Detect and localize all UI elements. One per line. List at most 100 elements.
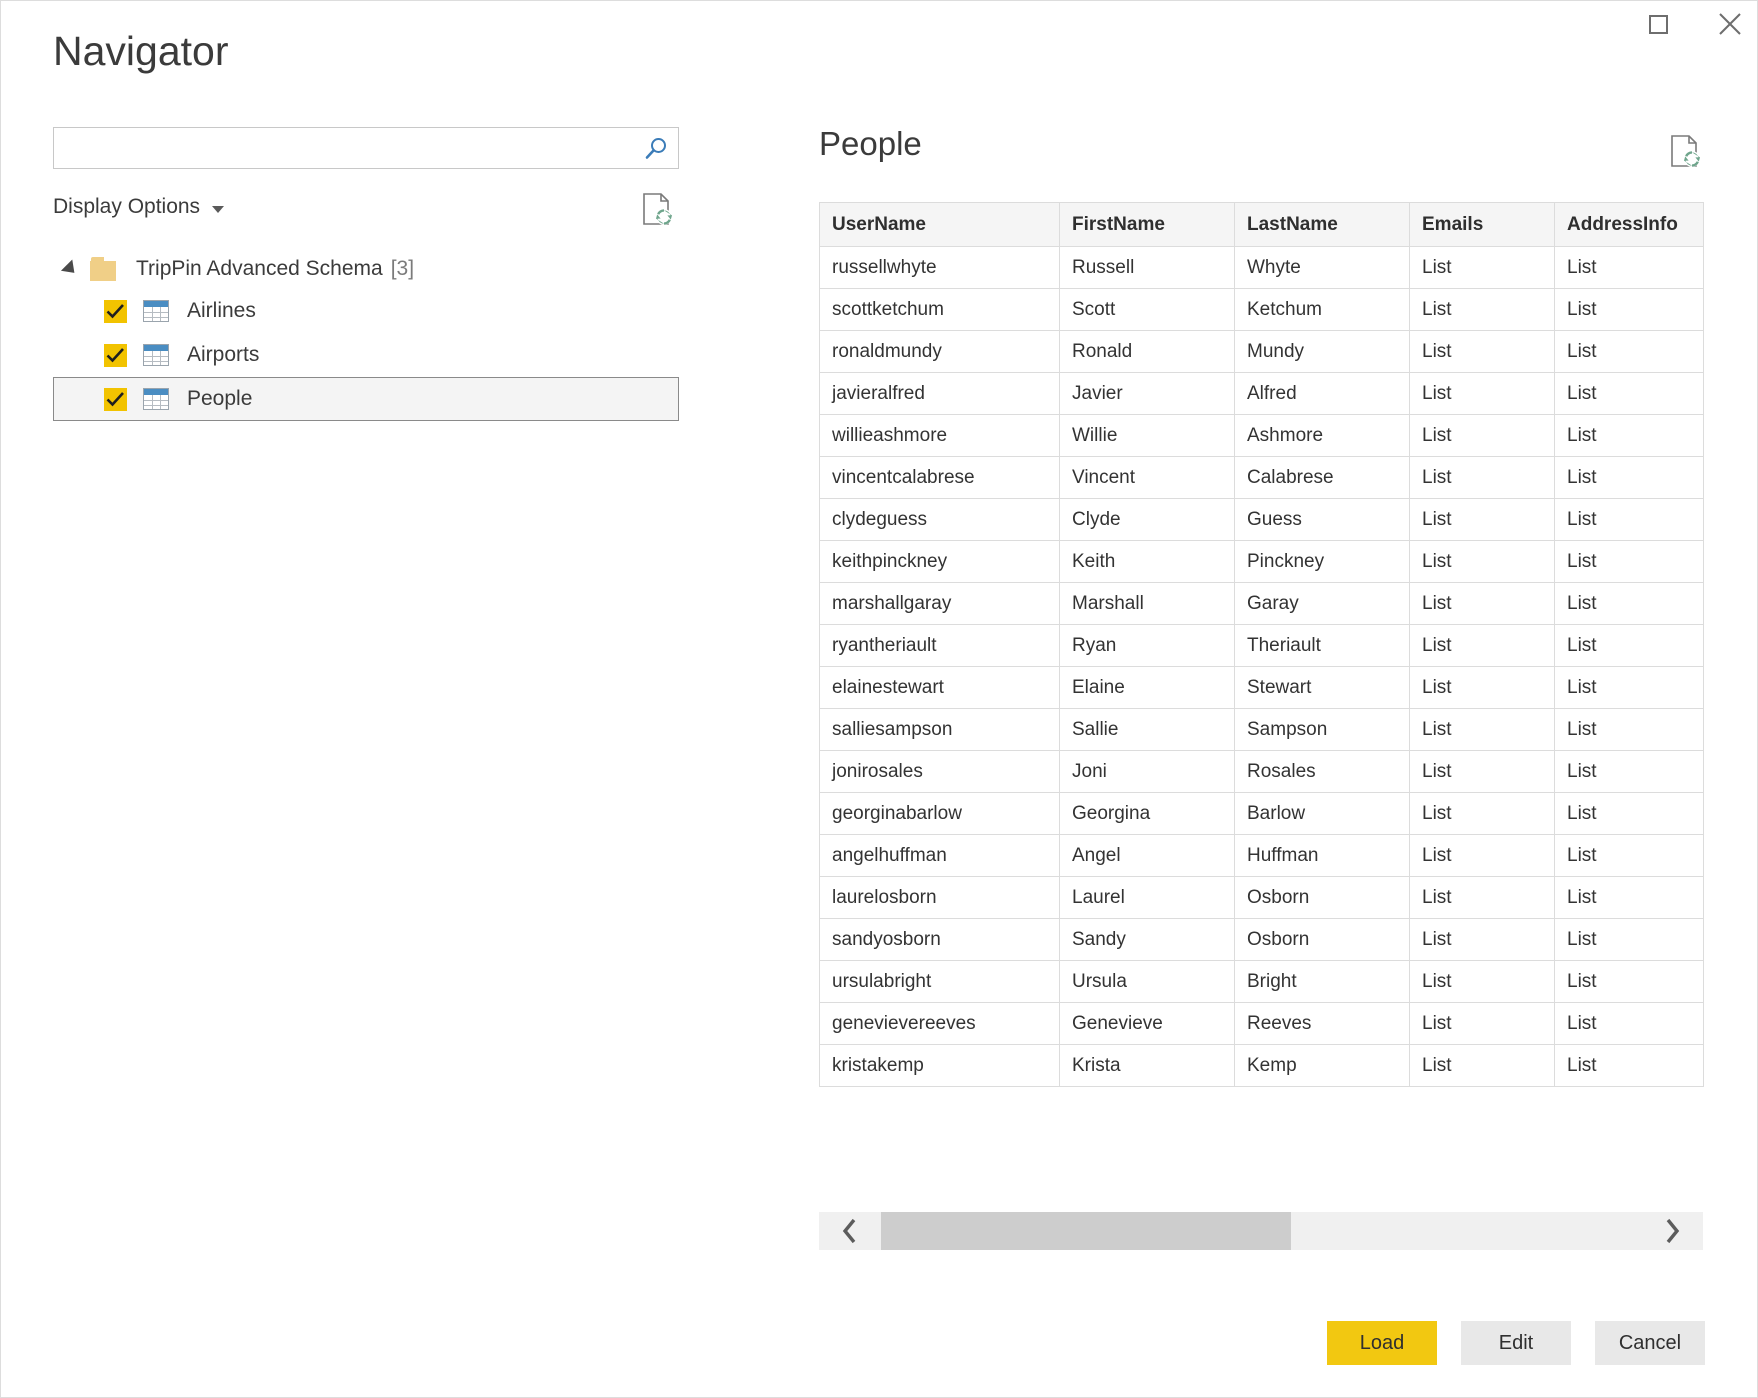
table-row[interactable]: scottketchumScottKetchumListList — [820, 289, 1704, 331]
table-cell: List — [1410, 1045, 1555, 1087]
checkbox-people[interactable] — [104, 388, 127, 411]
table-cell: List — [1555, 1045, 1704, 1087]
scrollbar-track[interactable] — [881, 1212, 1641, 1250]
checkbox-airlines[interactable] — [104, 300, 127, 323]
column-header[interactable]: Emails — [1410, 203, 1555, 247]
table-row[interactable]: ursulabrightUrsulaBrightListList — [820, 961, 1704, 1003]
expand-collapse-triangle-icon[interactable] — [61, 259, 80, 278]
table-cell: genevievereeves — [820, 1003, 1060, 1045]
cancel-button[interactable]: Cancel — [1595, 1321, 1705, 1365]
table-cell: Sampson — [1235, 709, 1410, 751]
table-cell: willieashmore — [820, 415, 1060, 457]
table-cell: Theriault — [1235, 625, 1410, 667]
table-cell: Georgina — [1060, 793, 1235, 835]
table-cell: ryantheriault — [820, 625, 1060, 667]
table-cell: Bright — [1235, 961, 1410, 1003]
page-refresh-icon[interactable] — [1667, 133, 1701, 169]
table-cell: List — [1410, 793, 1555, 835]
table-row[interactable]: clydeguessClydeGuessListList — [820, 499, 1704, 541]
table-row[interactable]: salliesampsonSallieSampsonListList — [820, 709, 1704, 751]
checkbox-airports[interactable] — [104, 344, 127, 367]
table-cell: Javier — [1060, 373, 1235, 415]
column-header[interactable]: FirstName — [1060, 203, 1235, 247]
table-cell: Scott — [1060, 289, 1235, 331]
table-cell: List — [1410, 247, 1555, 289]
table-cell: Osborn — [1235, 919, 1410, 961]
table-cell: salliesampson — [820, 709, 1060, 751]
table-cell: ronaldmundy — [820, 331, 1060, 373]
table-row[interactable]: georginabarlowGeorginaBarlowListList — [820, 793, 1704, 835]
table-cell: List — [1410, 457, 1555, 499]
search-icon[interactable] — [642, 135, 670, 163]
table-cell: List — [1555, 583, 1704, 625]
table-cell: Stewart — [1235, 667, 1410, 709]
table-cell: Ronald — [1060, 331, 1235, 373]
chevron-right-icon — [1663, 1218, 1681, 1244]
search-box[interactable] — [53, 127, 679, 169]
column-header[interactable]: LastName — [1235, 203, 1410, 247]
table-row[interactable]: laurelosbornLaurelOsbornListList — [820, 877, 1704, 919]
column-header[interactable]: AddressInfo — [1555, 203, 1704, 247]
display-options-dropdown[interactable]: Display Options — [53, 195, 224, 219]
table-cell: ursulabright — [820, 961, 1060, 1003]
table-cell: javieralfred — [820, 373, 1060, 415]
table-cell: Pinckney — [1235, 541, 1410, 583]
table-cell: List — [1410, 667, 1555, 709]
table-cell: Russell — [1060, 247, 1235, 289]
table-cell: Clyde — [1060, 499, 1235, 541]
scroll-left-button[interactable] — [819, 1212, 881, 1250]
maximize-button[interactable] — [1637, 3, 1679, 45]
tree-item-airports[interactable]: Airports — [53, 333, 679, 377]
table-row[interactable]: javieralfredJavierAlfredListList — [820, 373, 1704, 415]
table-cell: List — [1555, 331, 1704, 373]
scroll-right-button[interactable] — [1641, 1212, 1703, 1250]
table-cell: List — [1555, 961, 1704, 1003]
page-refresh-icon[interactable] — [639, 191, 673, 227]
table-cell: List — [1410, 625, 1555, 667]
table-row[interactable]: jonirosalesJoniRosalesListList — [820, 751, 1704, 793]
table-row[interactable]: ryantheriaultRyanTheriaultListList — [820, 625, 1704, 667]
table-cell: List — [1410, 583, 1555, 625]
table-row[interactable]: russellwhyteRussellWhyteListList — [820, 247, 1704, 289]
tree-root-node[interactable]: TripPin Advanced Schema [3] — [53, 249, 679, 289]
table-cell: jonirosales — [820, 751, 1060, 793]
table-cell: Laurel — [1060, 877, 1235, 919]
table-cell: Calabrese — [1235, 457, 1410, 499]
table-row[interactable]: genevievereevesGenevieveReevesListList — [820, 1003, 1704, 1045]
tree-item-airlines[interactable]: Airlines — [53, 289, 679, 333]
tree-item-people[interactable]: People — [53, 377, 679, 421]
table-row[interactable]: angelhuffmanAngelHuffmanListList — [820, 835, 1704, 877]
table-cell: Angel — [1060, 835, 1235, 877]
horizontal-scrollbar[interactable] — [819, 1212, 1703, 1250]
table-cell: List — [1555, 289, 1704, 331]
table-row[interactable]: willieashmoreWillieAshmoreListList — [820, 415, 1704, 457]
window-controls — [1637, 1, 1751, 47]
load-button[interactable]: Load — [1327, 1321, 1437, 1365]
table-cell: List — [1555, 709, 1704, 751]
table-cell: clydeguess — [820, 499, 1060, 541]
close-button[interactable] — [1709, 3, 1751, 45]
search-input[interactable] — [54, 128, 634, 168]
table-cell: sandyosborn — [820, 919, 1060, 961]
table-row[interactable]: ronaldmundyRonaldMundyListList — [820, 331, 1704, 373]
table-row[interactable]: keithpinckneyKeithPinckneyListList — [820, 541, 1704, 583]
table-cell: Kemp — [1235, 1045, 1410, 1087]
table-row[interactable]: kristakempKristaKempListList — [820, 1045, 1704, 1087]
maximize-icon — [1649, 15, 1668, 34]
preview-pane: People UserNameFirstNameLastNameEmailsAd… — [819, 127, 1707, 1087]
display-options-label: Display Options — [53, 195, 200, 219]
table-row[interactable]: marshallgarayMarshallGarayListList — [820, 583, 1704, 625]
check-icon — [106, 303, 125, 320]
table-row[interactable]: vincentcalabreseVincentCalabreseListList — [820, 457, 1704, 499]
table-cell: Garay — [1235, 583, 1410, 625]
preview-title: People — [819, 127, 1707, 160]
table-cell: List — [1555, 415, 1704, 457]
table-row[interactable]: sandyosbornSandyOsbornListList — [820, 919, 1704, 961]
table-row[interactable]: elainestewartElaineStewartListList — [820, 667, 1704, 709]
table-cell: List — [1410, 919, 1555, 961]
edit-button[interactable]: Edit — [1461, 1321, 1571, 1365]
table-cell: List — [1555, 667, 1704, 709]
titlebar — [1, 1, 1757, 47]
column-header[interactable]: UserName — [820, 203, 1060, 247]
scrollbar-thumb[interactable] — [881, 1212, 1291, 1250]
